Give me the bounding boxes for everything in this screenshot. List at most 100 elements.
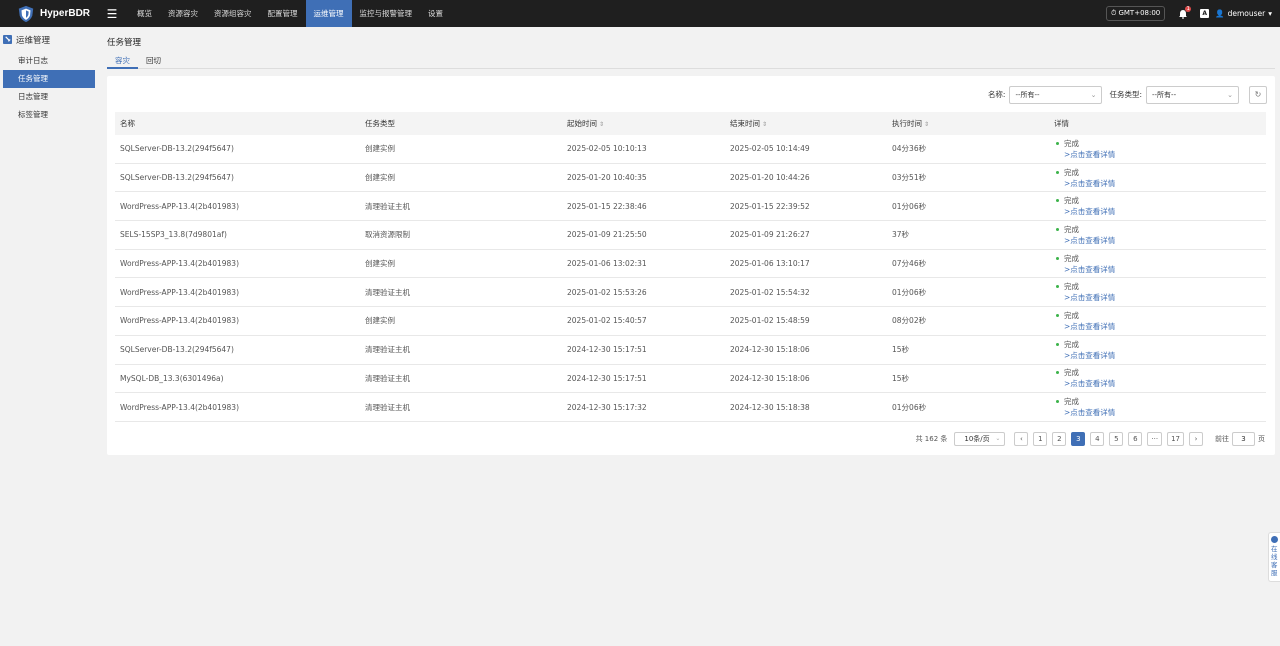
status-dot-icon: [1056, 170, 1059, 174]
col-detail: 详情: [1054, 119, 1069, 128]
cell-detail: 完成 >点击查看详情: [1049, 195, 1266, 217]
nav-item[interactable]: 运维管理: [305, 0, 352, 27]
page-button[interactable]: 2: [1052, 432, 1067, 446]
cell-detail: 完成 >点击查看详情: [1049, 396, 1266, 418]
status-text: 完成: [1064, 167, 1079, 177]
sidebar-item[interactable]: 标签管理: [3, 106, 95, 124]
detail-link[interactable]: >点击查看详情: [1054, 292, 1266, 303]
user-menu[interactable]: 👤 demouser ▾: [1215, 9, 1272, 18]
status-text: 完成: [1064, 196, 1079, 206]
status-text: 完成: [1064, 253, 1079, 263]
chevron-down-icon: ▾: [1268, 9, 1272, 18]
sort-icon[interactable]: ⇕: [762, 121, 767, 128]
detail-link[interactable]: >点击查看详情: [1054, 206, 1266, 217]
status: 完成: [1054, 224, 1266, 235]
detail-block: 完成 >点击查看详情: [1054, 281, 1266, 303]
detail-link[interactable]: >点击查看详情: [1054, 407, 1266, 418]
detail-block: 完成 >点击查看详情: [1054, 367, 1266, 389]
logo[interactable]: HyperBDR: [0, 0, 96, 27]
nav-item[interactable]: 设置: [420, 0, 451, 27]
sort-icon[interactable]: ⇕: [599, 121, 604, 128]
name-filter-select[interactable]: --所有-- ⌄: [1009, 85, 1103, 104]
cell-name: WordPress-APP-13.4(2b401983): [120, 316, 239, 326]
cell-start: 2024-12-30 15:17:32: [567, 402, 647, 412]
headset-icon: [1271, 536, 1278, 543]
detail-link[interactable]: >点击查看详情: [1054, 350, 1266, 361]
cell-detail: 完成 >点击查看详情: [1049, 224, 1266, 246]
sidebar-item[interactable]: 审计日志: [3, 52, 95, 70]
detail-link[interactable]: >点击查看详情: [1054, 321, 1266, 332]
detail-link[interactable]: >点击查看详情: [1054, 378, 1266, 389]
tab-bar: 容灾 回切: [107, 53, 1275, 69]
cell-duration: 04分36秒: [892, 144, 927, 154]
online-support-button[interactable]: 在线客服: [1268, 532, 1280, 582]
col-duration[interactable]: 执行时间 ⇕: [887, 118, 1049, 129]
chevron-down-icon: ⌄: [1090, 90, 1097, 99]
status-dot-icon: [1056, 141, 1059, 145]
timezone-label: GMT+08:00: [1118, 9, 1161, 17]
chevron-down-icon: ⌄: [1227, 90, 1233, 99]
col-end[interactable]: 结束时间 ⇕: [725, 118, 887, 129]
detail-link[interactable]: >点击查看详情: [1054, 264, 1266, 275]
page-button[interactable]: 6: [1128, 432, 1143, 446]
sort-icon[interactable]: ⇕: [924, 121, 929, 128]
col-start[interactable]: 起始时间 ⇕: [562, 118, 725, 129]
cell-name: MySQL-DB_13.3(6301496a): [120, 373, 224, 383]
status: 完成: [1054, 195, 1266, 206]
name-filter-label: 名称:: [987, 90, 1006, 99]
cell-duration: 01分06秒: [892, 201, 927, 211]
detail-link[interactable]: >点击查看详情: [1054, 235, 1266, 246]
refresh-button[interactable]: ↻: [1249, 85, 1267, 104]
col-type: 任务类型: [365, 119, 395, 128]
refresh-icon: ↻: [1254, 90, 1262, 99]
nav-item[interactable]: 配置管理: [260, 0, 306, 27]
menu-toggle-icon[interactable]: ☰: [98, 0, 126, 27]
detail-block: 完成 >点击查看详情: [1054, 224, 1266, 246]
goto-page-input[interactable]: 3: [1232, 432, 1255, 446]
user-icon: 👤: [1215, 9, 1225, 18]
nav-item[interactable]: 概览: [129, 0, 160, 27]
detail-link[interactable]: >点击查看详情: [1054, 149, 1266, 160]
type-filter-select[interactable]: --所有-- ⌄: [1146, 85, 1239, 104]
cell-end: 2025-01-20 10:44:26: [730, 173, 810, 183]
table-row: WordPress-APP-13.4(2b401983) 清理验证主机 2025-0…: [115, 192, 1266, 222]
status: 完成: [1054, 253, 1266, 264]
main-nav: 概览 资源容灾 资源组容灾 配置管理 运维管理 监控与报警管理 设置: [129, 0, 451, 27]
page-button[interactable]: 3: [1071, 432, 1086, 446]
nav-item[interactable]: 监控与报警管理: [352, 0, 421, 27]
nav-item[interactable]: 资源容灾: [160, 0, 206, 27]
table-body: SQLServer-DB-13.2(294f5647) 创建实例 2025-02-0…: [115, 135, 1266, 422]
task-table: 名称 任务类型 起始时间 ⇕ 结束时间 ⇕ 执行时间 ⇕ 详情 SQLServer-D…: [115, 112, 1266, 422]
cell-end: 2024-12-30 15:18:38: [730, 402, 810, 412]
status: 完成: [1054, 167, 1266, 178]
table-row: WordPress-APP-13.4(2b401983) 创建实例 2025-01-…: [115, 307, 1266, 336]
timezone-button[interactable]: ⏱ GMT+08:00: [1106, 6, 1166, 21]
status-dot-icon: [1056, 313, 1059, 317]
page-title: 任务管理: [107, 38, 142, 48]
cell-detail: 完成 >点击查看详情: [1049, 310, 1266, 332]
next-page-button[interactable]: ›: [1189, 432, 1203, 446]
prev-page-button[interactable]: ‹: [1014, 432, 1029, 446]
nav-item[interactable]: 资源组容灾: [206, 0, 260, 27]
status-dot-icon: [1056, 256, 1059, 260]
tab[interactable]: 回切: [138, 53, 169, 69]
sidebar-item[interactable]: 日志管理: [3, 88, 95, 106]
tab[interactable]: 容灾: [107, 53, 138, 69]
table-row: SQLServer-DB-13.2(294f5647) 创建实例 2025-01-2…: [115, 164, 1266, 193]
detail-link[interactable]: >点击查看详情: [1054, 178, 1266, 189]
status: 完成: [1054, 138, 1266, 149]
sidebar-item[interactable]: 任务管理: [3, 70, 95, 88]
task-card: 名称: --所有-- ⌄ 任务类型: --所有-- ⌄ ↻ 名称 任务类型 起始…: [107, 76, 1275, 455]
language-icon[interactable]: A: [1200, 9, 1210, 18]
page-button[interactable]: 17: [1167, 432, 1184, 446]
page-button[interactable]: 5: [1109, 432, 1124, 446]
page-size-select[interactable]: 10条/页 ⌄: [954, 432, 1006, 446]
table-row: SQLServer-DB-13.2(294f5647) 清理验证主机 2024-12…: [115, 336, 1266, 365]
page-button[interactable]: ···: [1147, 432, 1163, 446]
cell-duration: 15秒: [892, 345, 910, 355]
page-button[interactable]: 4: [1090, 432, 1105, 446]
page-button[interactable]: 1: [1033, 432, 1048, 446]
notification-button[interactable]: 1: [1175, 5, 1192, 22]
cell-type: 清理验证主机: [365, 402, 410, 412]
sidebar-title-text: 运维管理: [16, 35, 51, 46]
